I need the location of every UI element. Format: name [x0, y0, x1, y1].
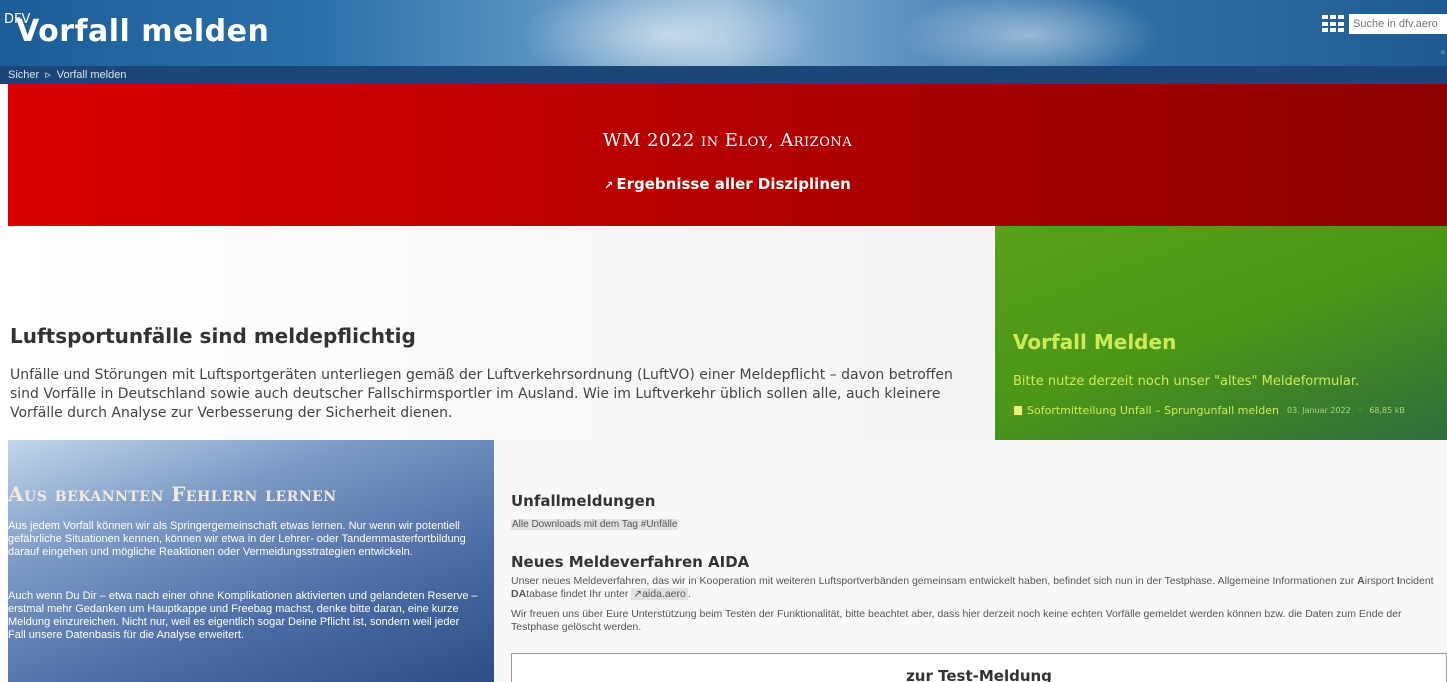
aida-text: Unser neues Meldeverfahren, das wir in K… — [511, 575, 1358, 587]
site-header: DFV Vorfall melden ◦ — [0, 0, 1447, 66]
breadcrumb-item-sicher[interactable]: Sicher — [8, 69, 39, 81]
external-link-icon: ↗ — [633, 588, 643, 600]
aida-initial-a: A — [1357, 575, 1365, 587]
breadcrumb-separator-icon: ▹ — [45, 69, 51, 81]
download-size: 68,85 kB — [1369, 406, 1405, 415]
download-link[interactable]: Sofortmitteilung Unfall – Sprungunfall m… — [1027, 404, 1279, 417]
results-link[interactable]: ↗ Ergebnisse aller Disziplinen — [8, 175, 1447, 193]
learn-panel: Aus bekannten Fehlern lernen Aus jedem V… — [8, 440, 494, 682]
aida-initial-da: DA — [511, 588, 527, 600]
aida-paragraph: Wir freuen uns über Eure Unterstützung b… — [511, 608, 1402, 633]
search-input[interactable] — [1349, 14, 1447, 34]
aida-link[interactable]: ↗aida.aero — [631, 588, 688, 600]
report-box-subtitle: Bitte nutze derzeit noch unser "altes" M… — [1013, 374, 1360, 389]
apps-grid-icon[interactable] — [1322, 15, 1344, 33]
wm-banner: WM 2022 in Eloy, Arizona ↗ Ergebnisse all… — [8, 84, 1447, 226]
aida-text: tabase findet Ihr unter — [526, 588, 632, 600]
breadcrumb-item-current: Vorfall melden — [56, 69, 127, 81]
test-report-button[interactable]: zur Test-Meldung — [511, 653, 1447, 682]
header-cloud — [520, 0, 820, 66]
aida-paragraph: Unser neues Meldeverfahren, das wir in K… — [511, 575, 1441, 601]
info-heading: Luftsportunfälle sind meldepflichtig — [10, 324, 416, 348]
breadcrumb: Sicher ▹ Vorfall melden — [0, 66, 1447, 84]
tag-downloads-link[interactable]: Alle Downloads mit dem Tag #Unfälle — [511, 519, 679, 530]
document-icon — [1013, 405, 1023, 416]
unfallmeldungen-heading: Unfallmeldungen — [511, 492, 656, 510]
learn-paragraph: Auch wenn Du Dir – etwa nach einer ohne … — [8, 590, 478, 641]
download-row: Sofortmitteilung Unfall – Sprungunfall m… — [1013, 404, 1405, 417]
aida-text: . — [687, 588, 691, 600]
page-title: Vorfall melden — [16, 14, 270, 49]
header-cloud — [900, 0, 1160, 66]
report-box: Vorfall Melden Bitte nutze derzeit noch … — [995, 226, 1447, 440]
banner-title: WM 2022 in Eloy, Arizona — [602, 130, 853, 151]
aida-link-label: aida.aero — [642, 588, 686, 600]
aida-text: irsport — [1364, 575, 1397, 587]
main-content: Unfallmeldungen Alle Downloads mit dem T… — [494, 440, 1447, 682]
report-box-title: Vorfall Melden — [1013, 330, 1177, 354]
info-section: Luftsportunfälle sind meldepflichtig Unf… — [8, 226, 995, 440]
aida-text: ncident — [1399, 575, 1434, 587]
info-text: Unfälle und Störungen mit Luftsportgerät… — [10, 367, 953, 421]
learn-paragraph: Aus jedem Vorfall können wir als Springe… — [8, 520, 466, 558]
aida-heading: Neues Meldeverfahren AIDA — [511, 553, 750, 571]
download-date: 03. Januar 2022 — [1286, 406, 1351, 415]
external-link-icon: ↗ — [604, 179, 614, 192]
download-separator: · — [1358, 406, 1362, 415]
learn-title: Aus bekannten Fehlern lernen — [8, 482, 337, 506]
results-link-label: Ergebnisse aller Disziplinen — [616, 175, 851, 193]
user-icon[interactable]: ◦ — [1440, 48, 1446, 59]
